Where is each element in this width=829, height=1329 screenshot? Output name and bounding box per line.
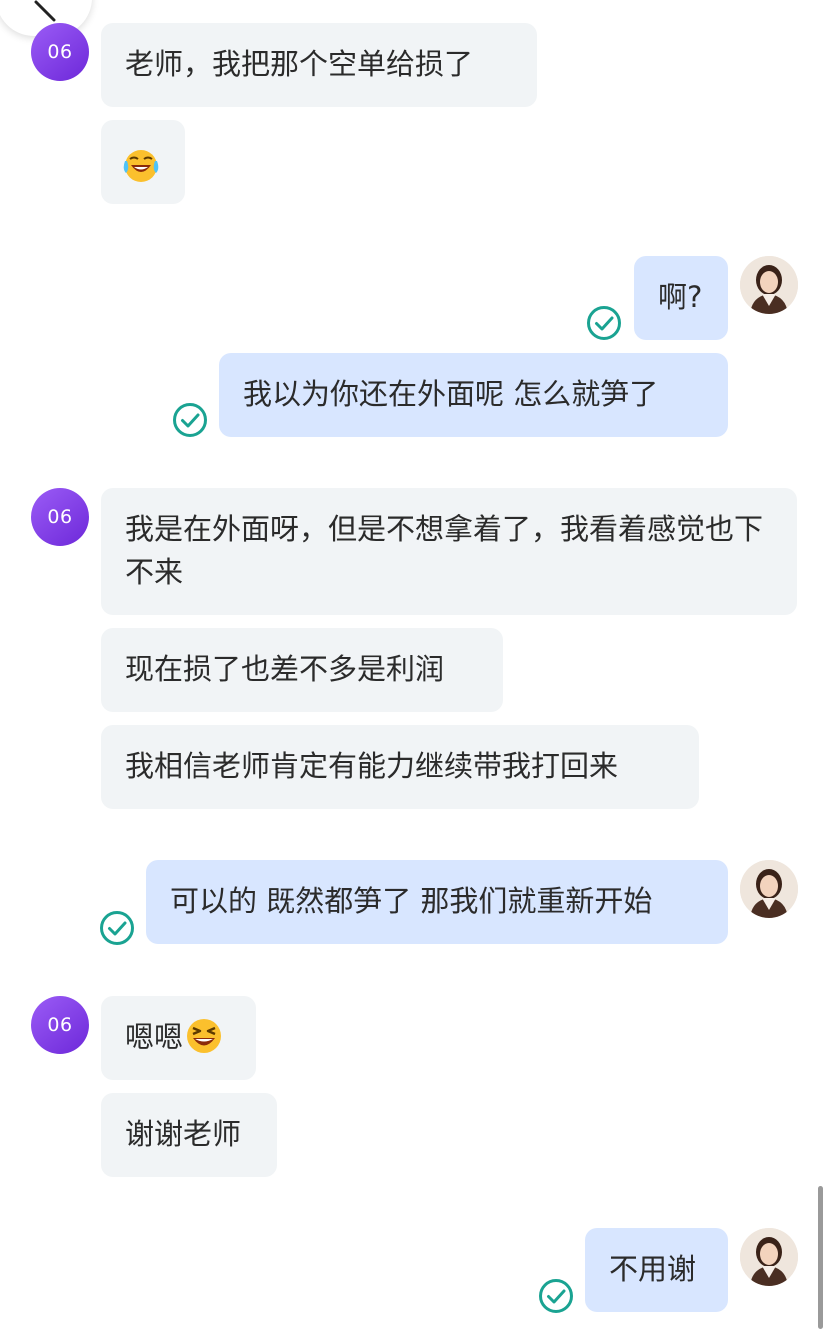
read-check-icon	[173, 403, 207, 437]
message-text: 我是在外面呀，但是不想拿着了，我看着感觉也下不来	[125, 512, 764, 589]
read-check-icon	[587, 306, 621, 340]
self-avatar[interactable]	[740, 860, 798, 918]
message-bubble[interactable]: 谢谢老师	[101, 1093, 277, 1177]
message-bubble[interactable]: 嗯嗯	[101, 996, 256, 1080]
message-bubble[interactable]: 我以为你还在外面呢 怎么就笋了	[219, 353, 728, 437]
contact-avatar[interactable]: 06	[31, 488, 89, 546]
chevron-left-icon	[34, 0, 56, 22]
message-text: 嗯嗯	[125, 1020, 184, 1054]
message-bubble[interactable]: 我相信老师肯定有能力继续带我打回来	[101, 725, 699, 809]
message-text: 谢谢老师	[125, 1117, 242, 1151]
self-avatar[interactable]	[740, 1228, 798, 1286]
chat-screen: 06 老师，我把那个空单给损了 啊? 我以为你还在外面呢 怎么就笋了 06 我是…	[0, 0, 829, 1329]
message-text: 我相信老师肯定有能力继续带我打回来	[125, 749, 619, 783]
self-avatar[interactable]	[740, 256, 798, 314]
contact-avatar[interactable]: 06	[31, 996, 89, 1054]
message-bubble[interactable]: 老师，我把那个空单给损了	[101, 23, 537, 107]
message-text: 我以为你还在外面呢 怎么就笋了	[243, 377, 659, 411]
read-check-icon	[100, 911, 134, 945]
contact-avatar[interactable]: 06	[31, 23, 89, 81]
profile-photo	[740, 860, 798, 918]
read-check-icon	[539, 1279, 573, 1313]
message-bubble[interactable]	[101, 120, 185, 204]
crying-laughing-emoji	[123, 150, 159, 182]
message-bubble[interactable]: 我是在外面呀，但是不想拿着了，我看着感觉也下不来	[101, 488, 797, 615]
profile-photo	[740, 1228, 798, 1286]
grinning-squinting-emoji	[187, 1019, 222, 1053]
scrollbar[interactable]	[818, 1186, 823, 1329]
message-bubble[interactable]: 现在损了也差不多是利润	[101, 628, 503, 712]
message-text: 老师，我把那个空单给损了	[125, 47, 474, 81]
profile-photo	[740, 256, 798, 314]
message-text: 现在损了也差不多是利润	[125, 652, 445, 686]
message-text: 啊?	[658, 280, 703, 314]
message-text: 不用谢	[609, 1252, 697, 1286]
message-bubble[interactable]: 不用谢	[585, 1228, 728, 1312]
message-bubble[interactable]: 啊?	[634, 256, 728, 340]
message-text: 可以的 既然都笋了 那我们就重新开始	[170, 884, 653, 918]
message-bubble[interactable]: 可以的 既然都笋了 那我们就重新开始	[146, 860, 728, 944]
